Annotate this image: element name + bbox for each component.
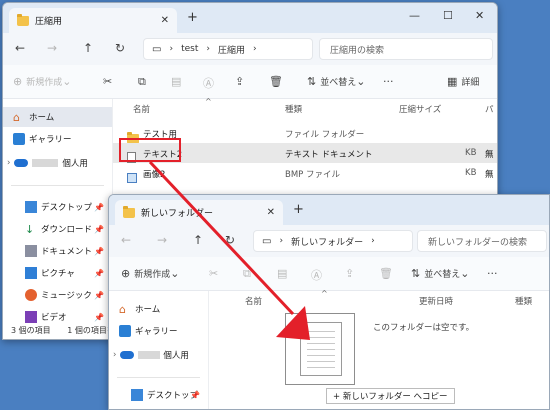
arrow-head [276, 306, 310, 340]
arrow-shaft [148, 160, 295, 316]
red-arrow-annotation [148, 160, 310, 340]
